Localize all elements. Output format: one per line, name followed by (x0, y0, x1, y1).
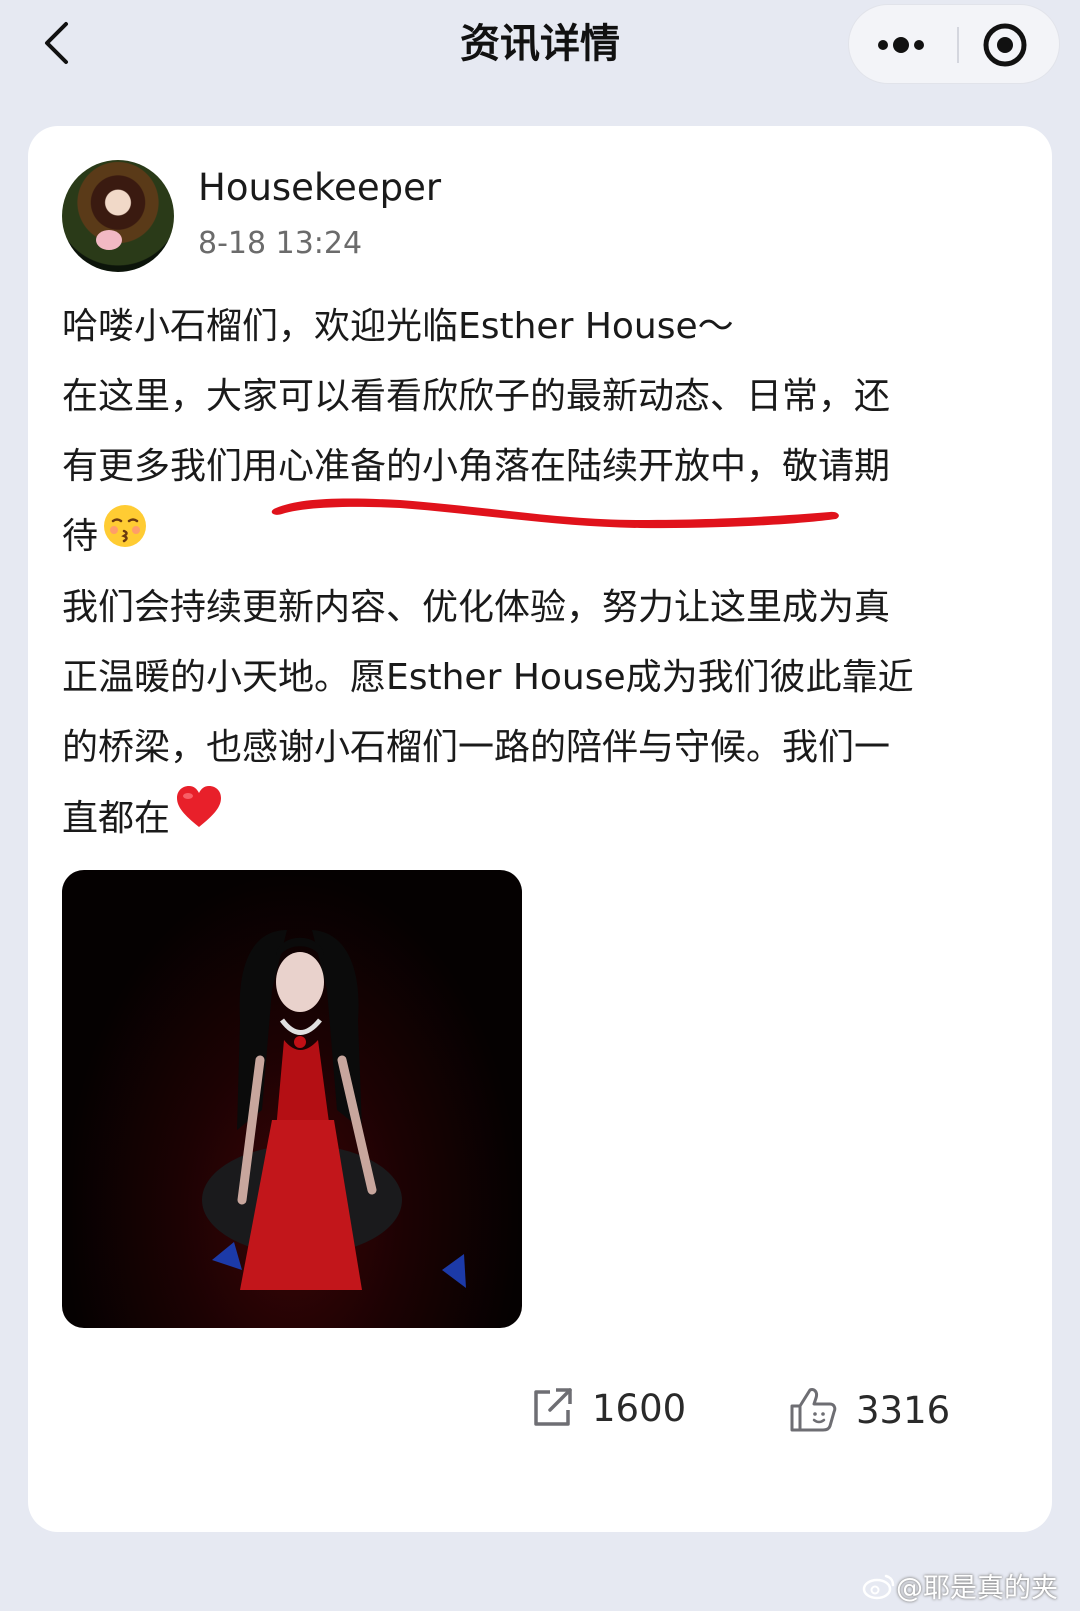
post-line: 待 (62, 502, 1012, 573)
post-line-text: 待 (62, 516, 99, 557)
top-navigation-bar: 资讯详情 (0, 0, 1080, 96)
watermark-text: @耶是真的夹 (896, 1573, 1058, 1604)
post-text: 哈喽小石榴们，欢迎光临Esther House～ 在这里，大家可以看看欣欣子的最… (62, 292, 1012, 857)
avatar-flower (96, 230, 122, 250)
post-line-text: 直都在 (62, 798, 171, 839)
like-button[interactable]: 3316 (788, 1384, 950, 1436)
capsule-divider (957, 27, 959, 63)
share-button[interactable]: 1600 (528, 1384, 686, 1432)
thumbs-up-icon (790, 1388, 837, 1432)
close-miniprogram-button[interactable] (971, 15, 1047, 75)
post-line: 哈喽小石榴们，欢迎光临Esther House～ (62, 306, 734, 347)
mini-program-capsule (848, 4, 1060, 84)
author-name[interactable]: Housekeeper (198, 164, 441, 212)
post-line: 有更多我们用心准备的小角落在陆续开放中，敬请期 (62, 446, 891, 487)
post-card: Housekeeper 8-18 13:24 哈喽小石榴们，欢迎光临Esther… (28, 126, 1052, 1532)
more-dots-icon (878, 37, 924, 53)
kissing-face-icon (102, 503, 148, 573)
post-line: 正温暖的小天地。愿Esther House成为我们彼此靠近 (62, 657, 914, 698)
like-count: 3316 (856, 1388, 951, 1432)
weibo-logo-icon (862, 1574, 895, 1599)
performer-photo (202, 930, 466, 1290)
weibo-watermark: @耶是真的夹 (862, 1566, 1058, 1605)
post-image[interactable] (62, 870, 522, 1328)
target-icon (983, 23, 1027, 67)
share-icon (534, 1388, 572, 1426)
post-timestamp: 8-18 13:24 (198, 226, 363, 261)
share-count: 1600 (592, 1386, 687, 1430)
post-line: 的桥梁，也感谢小石榴们一路的陪伴与守候。我们一 (62, 727, 891, 768)
post-line: 在这里，大家可以看看欣欣子的最新动态、日常，还 (62, 376, 891, 417)
red-heart-icon (174, 783, 224, 857)
post-line: 我们会持续更新内容、优化体验，努力让这里成为真 (62, 587, 891, 628)
avatar[interactable] (62, 160, 174, 272)
post-line: 直都在 (62, 783, 1012, 857)
more-button[interactable] (863, 15, 951, 75)
